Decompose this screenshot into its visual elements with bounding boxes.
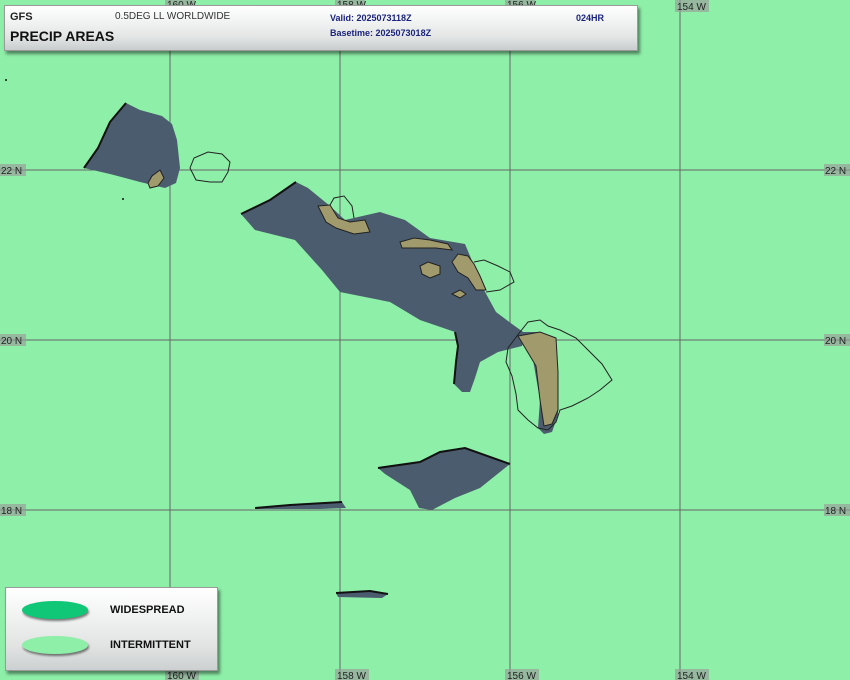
point-marker bbox=[5, 79, 7, 81]
grid-resolution: 0.5DEG LL WORLDWIDE bbox=[115, 11, 231, 22]
map-legend: WIDESPREAD INTERMITTENT bbox=[5, 587, 218, 671]
valid-time: Valid: 2025073118Z bbox=[330, 13, 412, 23]
lat-label-18n-right: 18 N bbox=[825, 506, 846, 517]
legend-swatch-intermittent bbox=[22, 636, 88, 654]
model-name: GFS bbox=[10, 11, 33, 23]
lon-label-156w-bottom: 156 W bbox=[507, 671, 536, 680]
lat-label-22n: 22 N bbox=[1, 166, 22, 177]
lon-label-158w-bottom: 158 W bbox=[337, 671, 366, 680]
lat-label-22n-right: 22 N bbox=[825, 166, 846, 177]
precip-map: 160 W 158 W 156 W 154 W 160 W 158 W 156 … bbox=[0, 0, 850, 680]
lat-label-20n: 20 N bbox=[1, 336, 22, 347]
forecast-hour: 024HR bbox=[576, 13, 605, 23]
product-title: PRECIP AREAS bbox=[10, 28, 115, 44]
base-time: Basetime: 2025073018Z bbox=[330, 28, 432, 38]
lon-label-160w-bottom: 160 W bbox=[167, 671, 196, 680]
legend-label-intermittent: INTERMITTENT bbox=[110, 639, 191, 651]
lon-label-154w: 154 W bbox=[677, 2, 706, 13]
lon-label-154w-bottom: 154 W bbox=[677, 671, 706, 680]
lat-label-18n: 18 N bbox=[1, 506, 22, 517]
legend-label-widespread: WIDESPREAD bbox=[110, 604, 185, 616]
lat-label-20n-right: 20 N bbox=[825, 336, 846, 347]
legend-swatch-widespread bbox=[22, 601, 88, 619]
map-header: GFS 0.5DEG LL WORLDWIDE PRECIP AREAS Val… bbox=[4, 5, 638, 51]
point-marker bbox=[122, 198, 124, 200]
